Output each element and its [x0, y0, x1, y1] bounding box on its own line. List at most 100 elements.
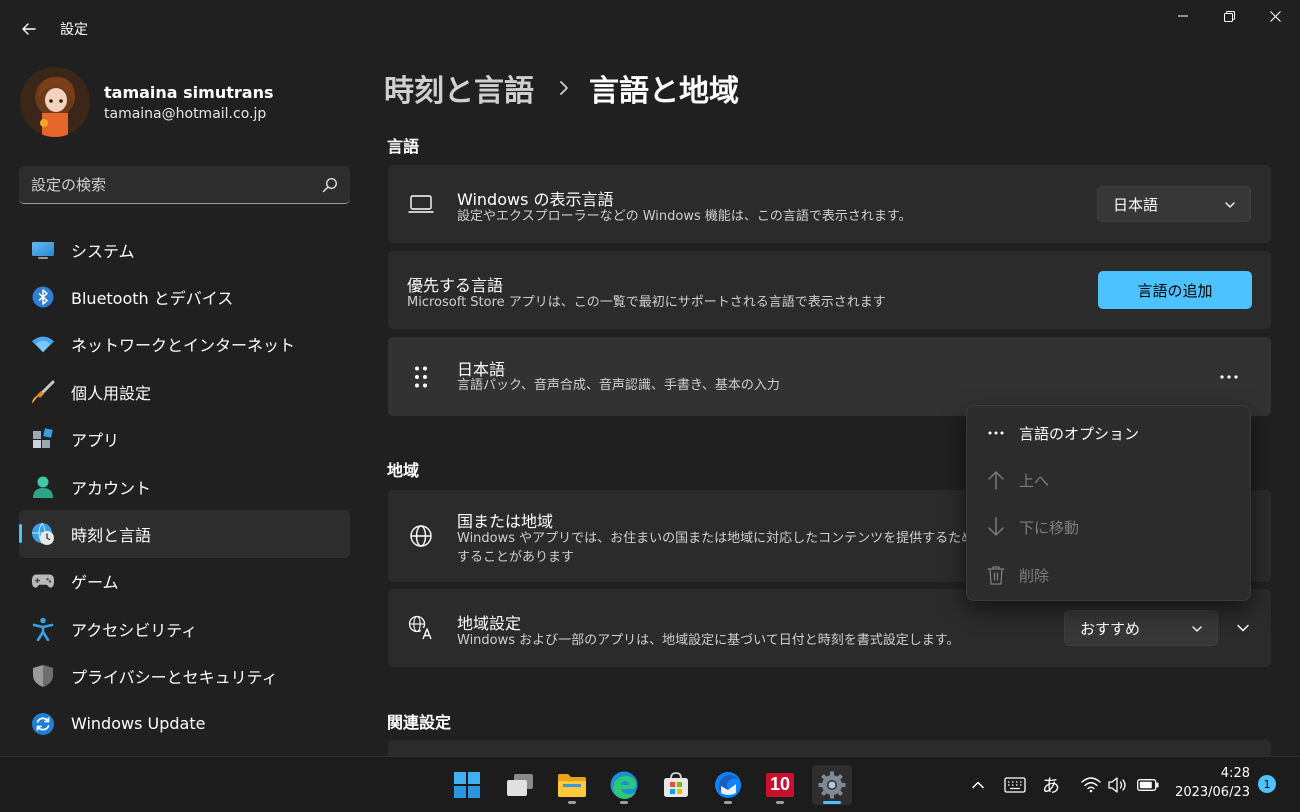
avatar-image: [20, 67, 90, 137]
sidebar-item-gaming[interactable]: ゲーム: [19, 558, 350, 605]
clock-date[interactable]: 2023/06/23: [1170, 785, 1250, 800]
menu-item-move-up[interactable]: 上へ: [971, 458, 1246, 502]
shield-icon: [31, 664, 55, 688]
sidebar-item-label: ネットワークとインターネット: [71, 336, 296, 356]
context-menu: 言語のオプション 上へ 下に移動 削除: [966, 405, 1251, 601]
japanese-language-desc: 言語パック、音声合成、音声認識、手書き、基本の入力: [457, 378, 780, 393]
more-options-button[interactable]: [1214, 363, 1244, 391]
profile-name: tamaina simutrans: [104, 83, 274, 102]
wifi-icon: [31, 332, 55, 356]
sidebar-item-bluetooth[interactable]: Bluetooth とデバイス: [19, 273, 350, 320]
sidebar-item-network[interactable]: ネットワークとインターネット: [19, 321, 350, 368]
menu-item-language-options[interactable]: 言語のオプション: [971, 411, 1246, 455]
more-icon: [1220, 375, 1238, 379]
settings-taskbar-button[interactable]: [812, 765, 852, 805]
task-view-icon: [507, 774, 533, 796]
thunderbird-button[interactable]: [708, 765, 748, 805]
thunderbird-icon: [715, 772, 741, 798]
menu-item-label: 言語のオプション: [1019, 424, 1140, 443]
store-icon: [664, 772, 688, 797]
close-icon: [1269, 10, 1281, 22]
chevron-up-icon: [972, 781, 984, 789]
page-title: 言語と地域: [589, 74, 739, 109]
time-language-icon: [31, 522, 55, 546]
file-explorer-button[interactable]: [552, 765, 592, 805]
sidebar-item-label: システム: [71, 241, 135, 261]
chevron-down-icon: [1225, 202, 1235, 208]
network-tray-button[interactable]: [1079, 773, 1103, 797]
show-hidden-icons-button[interactable]: [966, 773, 990, 797]
sidebar-item-label: プライバシーとセキュリティ: [71, 668, 278, 688]
back-button[interactable]: [14, 14, 44, 44]
expand-button[interactable]: [1228, 613, 1258, 643]
account-icon: [31, 475, 55, 499]
country-region-desc-line2: することがあります: [457, 550, 575, 565]
avatar[interactable]: [20, 67, 90, 137]
minimize-icon: [1178, 15, 1188, 17]
preferred-language-card: 優先する言語 Microsoft Store アプリは、この一覧で最初にサポート…: [388, 251, 1271, 329]
sidebar-item-apps[interactable]: アプリ: [19, 416, 350, 463]
running-indicator: [620, 801, 628, 804]
menu-item-label: 下に移動: [1019, 518, 1080, 537]
task-view-button[interactable]: [500, 765, 540, 805]
sidebar-item-windows-update[interactable]: Windows Update: [19, 700, 350, 747]
notification-badge[interactable]: 1: [1258, 775, 1276, 793]
menu-item-label: 上へ: [1019, 471, 1050, 490]
app-title: 設定: [60, 22, 88, 38]
section-label-related: 関連設定: [387, 713, 452, 732]
regional-format-select[interactable]: おすすめ: [1064, 610, 1218, 646]
chevron-down-icon: [1237, 624, 1249, 632]
running-indicator: [724, 801, 732, 804]
search-icon[interactable]: [322, 177, 338, 193]
clock-time[interactable]: 4:28: [1180, 766, 1250, 781]
arrow-down-icon: [985, 516, 1007, 538]
search-box[interactable]: [19, 166, 350, 204]
sidebar-item-accessibility[interactable]: アクセシビリティ: [19, 605, 350, 652]
close-button[interactable]: [1252, 0, 1298, 32]
sidebar-item-system[interactable]: システム: [19, 226, 350, 273]
system-icon: [31, 238, 55, 262]
restore-icon: [1223, 10, 1235, 22]
menu-item-label: 削除: [1019, 566, 1050, 585]
sidebar-item-label: Windows Update: [71, 714, 206, 734]
sidebar-item-time-language[interactable]: 時刻と言語: [19, 510, 350, 558]
monitor-icon: [408, 191, 434, 217]
globe-icon: [408, 523, 434, 549]
restore-button[interactable]: [1206, 0, 1252, 32]
brush-icon: [31, 380, 55, 404]
preferred-language-desc: Microsoft Store アプリは、この一覧で最初にサポートされる言語で表…: [407, 295, 886, 310]
breadcrumb-parent[interactable]: 時刻と言語: [384, 66, 534, 110]
regional-format-value: おすすめ: [1080, 619, 1141, 638]
ime-indicator[interactable]: あ: [1042, 772, 1060, 798]
volume-tray-button[interactable]: [1106, 773, 1130, 797]
active-indicator: [823, 801, 841, 804]
sidebar-nav: システム Bluetooth とデバイス ネットワークとインターネット 個人用設…: [19, 226, 350, 747]
sidebar-item-label: 個人用設定: [71, 383, 152, 403]
start-button[interactable]: [447, 765, 487, 805]
add-language-button[interactable]: 言語の追加: [1098, 271, 1252, 309]
regional-format-desc: Windows および一部のアプリは、地域設定に基づいて日付と時刻を書式設定しま…: [457, 633, 960, 648]
file-explorer-icon: [558, 774, 586, 797]
store-button[interactable]: [656, 765, 696, 805]
sidebar-item-privacy[interactable]: プライバシーとセキュリティ: [19, 653, 350, 700]
related-settings-card[interactable]: [388, 740, 1271, 756]
edge-button[interactable]: [604, 765, 644, 805]
running-indicator: [568, 801, 576, 804]
drag-handle-icon[interactable]: [408, 364, 434, 390]
chevron-down-icon: [1192, 626, 1202, 632]
menu-item-move-down[interactable]: 下に移動: [971, 505, 1246, 549]
display-language-select[interactable]: 日本語: [1097, 186, 1251, 222]
sidebar-item-personalization[interactable]: 個人用設定: [19, 368, 350, 415]
update-icon: [31, 712, 55, 736]
sidebar-item-label: アカウント: [71, 478, 152, 498]
search-input[interactable]: [31, 172, 311, 198]
app-10-button[interactable]: 10: [760, 765, 800, 805]
minimize-button[interactable]: [1160, 0, 1206, 32]
back-arrow-icon: [22, 23, 36, 35]
menu-item-remove[interactable]: 削除: [971, 553, 1246, 597]
breadcrumb: 時刻と言語 言語と地域: [384, 66, 739, 110]
touch-keyboard-button[interactable]: [1003, 773, 1027, 797]
sidebar-item-accounts[interactable]: アカウント: [19, 463, 350, 510]
battery-tray-button[interactable]: [1136, 773, 1160, 797]
section-label-region: 地域: [387, 461, 420, 480]
